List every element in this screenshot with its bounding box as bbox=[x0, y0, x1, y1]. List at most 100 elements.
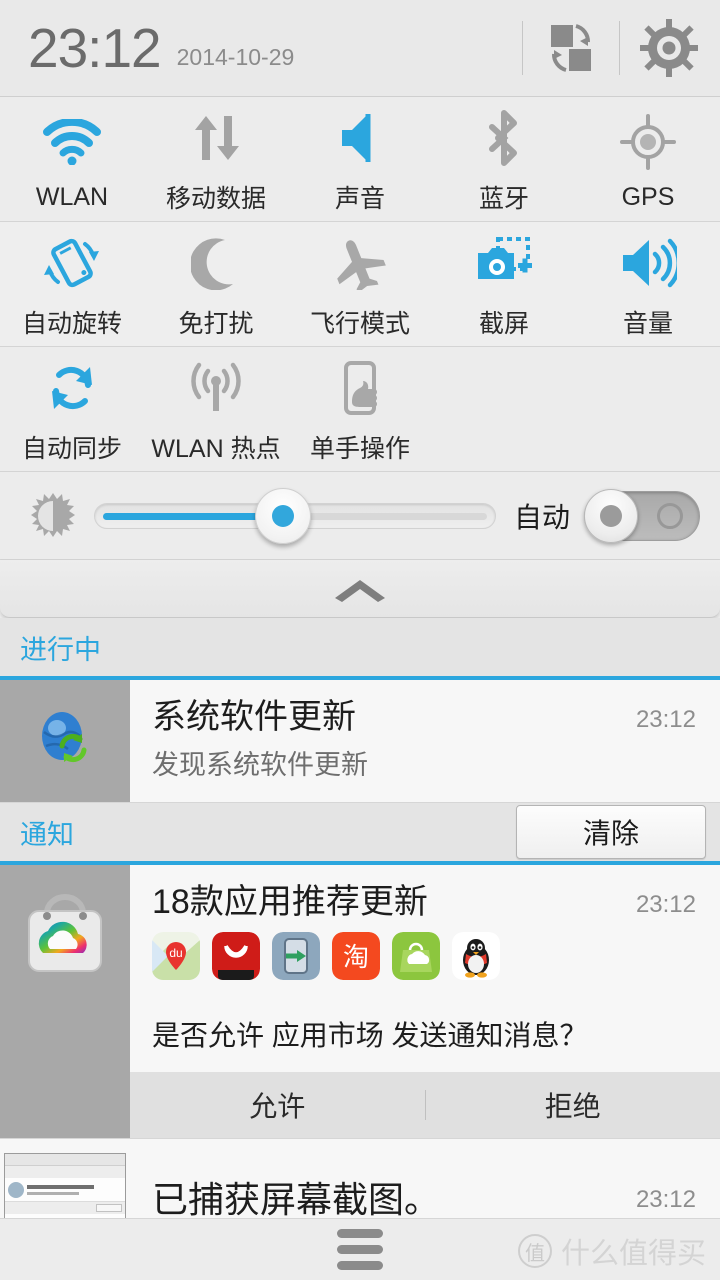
section-title-ongoing: 进行中 bbox=[20, 634, 101, 665]
wifi-icon bbox=[42, 113, 102, 171]
do-not-disturb-moon-icon bbox=[191, 234, 241, 292]
svg-text:du: du bbox=[169, 946, 182, 960]
notification-title-row: 系统软件更新 23:12 bbox=[152, 698, 696, 737]
qs-tile-auto-rotate[interactable]: 自动旋转 bbox=[0, 222, 144, 346]
auto-brightness-toggle[interactable] bbox=[584, 488, 700, 543]
gear-icon[interactable] bbox=[640, 19, 698, 77]
phone-transfer-icon bbox=[272, 932, 320, 981]
toggle-off-indicator bbox=[657, 502, 683, 529]
auto-rotate-icon bbox=[43, 234, 101, 292]
qs-tile-screenshot[interactable]: 截屏 bbox=[432, 222, 576, 346]
watermark-text: 什么值得买 bbox=[560, 1238, 706, 1270]
qs-label-airplane-mode: 飞行模式 bbox=[309, 310, 410, 338]
bottom-navigation-bar: 值 什么值得买 bbox=[0, 1218, 720, 1280]
brightness-sun-icon bbox=[22, 492, 84, 540]
switch-user-icon[interactable] bbox=[543, 20, 599, 76]
notification-shade: 23:12 2014-10-29 WLAN 移动数据 声音 蓝牙 GPS 自动旋… bbox=[0, 0, 720, 1280]
mobile-data-icon bbox=[190, 109, 242, 167]
sound-icon bbox=[336, 109, 384, 167]
system-update-globe-icon bbox=[34, 706, 96, 773]
qs-tile-auto-sync[interactable]: 自动同步 bbox=[0, 347, 144, 471]
volume-icon bbox=[619, 234, 677, 292]
qs-label-auto-rotate: 自动旋转 bbox=[21, 310, 122, 338]
brightness-row: 自动 bbox=[0, 472, 720, 560]
thumbnail-section-2 bbox=[5, 1202, 125, 1215]
qs-tile-do-not-disturb[interactable]: 免打扰 bbox=[144, 222, 288, 346]
collapse-handle[interactable] bbox=[0, 560, 720, 618]
qs-label-auto-sync: 自动同步 bbox=[21, 435, 122, 463]
notification-time: 23:12 bbox=[635, 1186, 696, 1214]
quick-settings-row-1: WLAN 移动数据 声音 蓝牙 GPS bbox=[0, 97, 720, 222]
quick-settings-row-3: 自动同步 WLAN 热点 单手操作 bbox=[0, 347, 720, 472]
qs-label-gps: GPS bbox=[621, 182, 675, 211]
auto-brightness-label: 自动 bbox=[513, 501, 570, 533]
qs-tile-wlan[interactable]: WLAN bbox=[0, 97, 144, 221]
red-shopping-bag-icon bbox=[212, 932, 260, 981]
thumbnail-row-1 bbox=[5, 1178, 125, 1203]
qs-tile-empty-1 bbox=[432, 347, 576, 471]
notification-system-update[interactable]: 系统软件更新 23:12 发现系统软件更新 bbox=[0, 680, 720, 803]
airplane-icon bbox=[330, 234, 390, 292]
thumbnail-header bbox=[5, 1154, 125, 1167]
qs-label-mobile-data: 移动数据 bbox=[165, 185, 266, 213]
header-divider-1 bbox=[522, 21, 523, 75]
qs-label-wlan: WLAN bbox=[35, 182, 109, 211]
notification-icon-col bbox=[0, 865, 130, 1139]
qs-label-sound: 声音 bbox=[334, 185, 385, 213]
notification-title: 18款应用推荐更新 bbox=[152, 883, 428, 921]
qs-tile-one-hand-mode[interactable]: 单手操作 bbox=[288, 347, 432, 471]
notification-subtitle: 发现系统软件更新 bbox=[152, 750, 368, 781]
screenshot-camera-icon bbox=[476, 234, 532, 292]
qs-label-hotspot: WLAN 热点 bbox=[151, 435, 281, 463]
thumbnail-icon-1 bbox=[8, 1181, 24, 1198]
clear-all-button[interactable]: 清除 bbox=[516, 805, 706, 859]
baidu-maps-icon: du bbox=[152, 932, 200, 981]
taobao-icon: 淘 bbox=[332, 932, 380, 981]
hotspot-icon bbox=[186, 359, 246, 417]
brightness-slider[interactable] bbox=[94, 487, 496, 544]
sync-icon bbox=[44, 359, 100, 417]
deny-button[interactable]: 拒绝 bbox=[426, 1085, 720, 1125]
qs-label-screenshot: 截屏 bbox=[478, 310, 529, 338]
notification-app-market[interactable]: 18款应用推荐更新 23:12 du 淘 是否允许 应用市场 发送通知消息？ 允… bbox=[0, 865, 720, 1140]
menu-icon[interactable] bbox=[337, 1229, 383, 1270]
watermark-logo-icon: 值 bbox=[517, 1234, 552, 1268]
notification-body: 18款应用推荐更新 23:12 du 淘 bbox=[130, 865, 720, 994]
brightness-knob[interactable] bbox=[255, 487, 312, 544]
notification-title: 系统软件更新 bbox=[152, 698, 356, 736]
chevron-up-icon bbox=[335, 579, 385, 602]
notification-title: 已捕获屏幕截图。 bbox=[152, 1179, 441, 1221]
section-header-ongoing: 进行中 bbox=[0, 618, 720, 680]
svg-text:淘: 淘 bbox=[343, 943, 369, 973]
status-header: 23:12 2014-10-29 bbox=[0, 0, 720, 97]
qs-tile-hotspot[interactable]: WLAN 热点 bbox=[144, 347, 288, 471]
green-bag-cloud-icon bbox=[392, 932, 440, 981]
watermark: 值 什么值得买 bbox=[517, 1230, 706, 1272]
thumbnail-section-1 bbox=[5, 1166, 125, 1179]
clock-date: 2014-10-29 bbox=[176, 43, 295, 70]
notification-time: 23:12 bbox=[635, 891, 696, 918]
notification-actions: 允许 拒绝 bbox=[130, 1072, 720, 1139]
qs-tile-volume[interactable]: 音量 bbox=[576, 222, 720, 346]
section-title-notifications: 通知 bbox=[20, 819, 74, 850]
recommended-app-icons: du 淘 bbox=[152, 932, 696, 981]
qs-label-volume: 音量 bbox=[622, 310, 673, 338]
qs-tile-gps[interactable]: GPS bbox=[576, 97, 720, 221]
app-market-bag-icon bbox=[21, 891, 109, 984]
toggle-knob[interactable] bbox=[584, 488, 638, 543]
notification-title-row: 18款应用推荐更新 23:12 bbox=[152, 883, 696, 922]
bluetooth-icon bbox=[484, 109, 524, 167]
qs-tile-empty-2 bbox=[576, 347, 720, 471]
qs-label-bluetooth: 蓝牙 bbox=[478, 185, 529, 213]
allow-button[interactable]: 允许 bbox=[130, 1085, 425, 1125]
qs-tile-bluetooth[interactable]: 蓝牙 bbox=[432, 97, 576, 221]
clock-time: 23:12 bbox=[28, 16, 162, 79]
header-divider-2 bbox=[619, 21, 620, 75]
qq-penguin-icon bbox=[452, 932, 500, 981]
quick-settings-row-2: 自动旋转 免打扰 飞行模式 截屏 音量 bbox=[0, 222, 720, 347]
qs-label-one-hand-mode: 单手操作 bbox=[309, 435, 410, 463]
qs-tile-sound[interactable]: 声音 bbox=[288, 97, 432, 221]
qs-tile-mobile-data[interactable]: 移动数据 bbox=[144, 97, 288, 221]
one-hand-mode-icon bbox=[336, 359, 384, 417]
qs-tile-airplane-mode[interactable]: 飞行模式 bbox=[288, 222, 432, 346]
